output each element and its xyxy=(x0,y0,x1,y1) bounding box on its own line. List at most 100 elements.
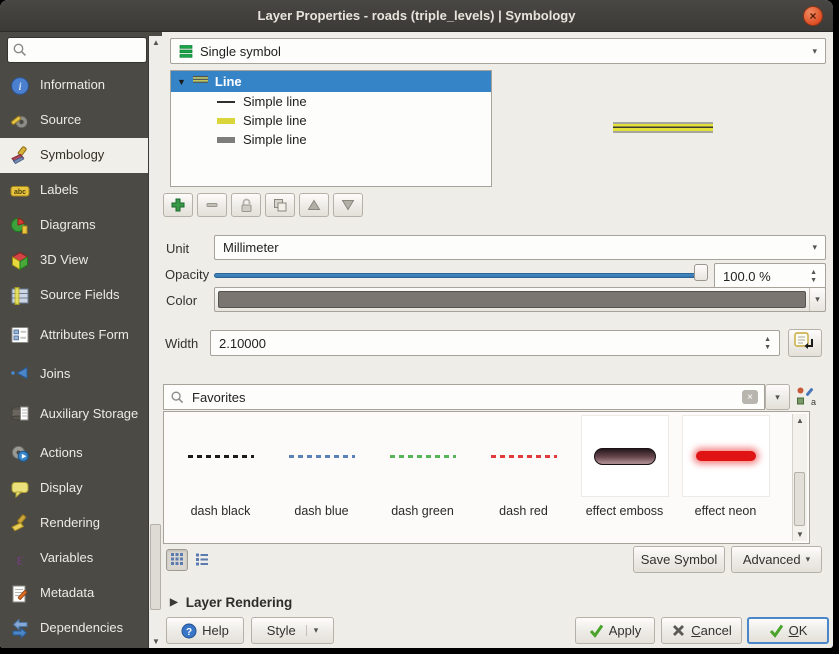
titlebar[interactable]: Layer Properties - roads (triple_levels)… xyxy=(0,0,833,32)
spin-down-icon[interactable]: ▼ xyxy=(810,277,817,284)
grid-view-icon xyxy=(170,552,184,569)
symbol-tile-label: dash green xyxy=(391,504,454,518)
symbol-filter-box[interactable]: Favorites × xyxy=(163,384,765,410)
close-button[interactable]: × xyxy=(803,6,823,26)
duplicate-layer-button[interactable] xyxy=(265,193,295,217)
opacity-value: 100.0 % xyxy=(723,269,771,284)
sidebar-item-diagrams[interactable]: Diagrams xyxy=(0,208,148,243)
width-spinbox[interactable]: 2.10000 ▲ ▼ xyxy=(210,330,780,356)
cancel-button[interactable]: Cancel xyxy=(661,617,742,644)
sidebar-item-joins[interactable]: Joins xyxy=(0,357,148,392)
sidebar-scrollbar[interactable]: ▲ ▼ xyxy=(148,36,162,648)
symbol-tile-dash-green[interactable]: dash green xyxy=(372,416,473,528)
sidebar-item-source-fields[interactable]: Source Fields xyxy=(0,278,148,313)
sidebar-item-rendering[interactable]: Rendering xyxy=(0,506,148,541)
auxiliary-storage-icon xyxy=(9,404,31,424)
sidebar-item-auxiliary-storage[interactable]: Auxiliary Storage xyxy=(0,392,148,436)
opacity-slider[interactable] xyxy=(214,273,706,278)
remove-layer-button[interactable] xyxy=(197,193,227,217)
spin-up-icon[interactable]: ▲ xyxy=(764,336,771,343)
sidebar-item-source[interactable]: Source xyxy=(0,103,148,138)
symbol-tile-effect-emboss[interactable]: effect emboss xyxy=(574,416,675,528)
tree-item-simple-line-1[interactable]: Simple line xyxy=(171,92,491,111)
move-up-button[interactable] xyxy=(299,193,329,217)
clear-filter-icon[interactable]: × xyxy=(742,390,758,404)
spinner-arrows[interactable]: ▲ ▼ xyxy=(810,269,817,284)
svg-text:i: i xyxy=(18,79,21,93)
single-symbol-icon xyxy=(179,44,194,59)
layer-rendering-section[interactable]: ▶ Layer Rendering xyxy=(170,595,292,610)
spinner-arrows[interactable]: ▲ ▼ xyxy=(764,336,771,351)
spin-up-icon[interactable]: ▲ xyxy=(810,269,817,276)
color-button[interactable]: ▾ xyxy=(214,287,826,312)
chevron-down-icon: ▾ xyxy=(812,242,817,253)
plus-icon xyxy=(170,197,186,213)
sidebar-item-actions[interactable]: Actions xyxy=(0,436,148,471)
arrow-up-icon xyxy=(306,197,322,213)
sidebar-item-3d-view[interactable]: 3D View xyxy=(0,243,148,278)
line-symbol-icon xyxy=(193,74,208,89)
sidebar-item-label: 3D View xyxy=(40,253,88,268)
symbol-tile-dash-red[interactable]: dash red xyxy=(473,416,574,528)
list-view-button[interactable] xyxy=(191,549,213,571)
symbol-tile-dash-black[interactable]: dash black xyxy=(170,416,271,528)
icon-view-button[interactable] xyxy=(166,549,188,571)
symbol-tile-label: effect emboss xyxy=(586,504,664,518)
simple-line-icon xyxy=(217,118,235,124)
gallery-scrollbar-thumb[interactable] xyxy=(794,472,805,526)
scroll-up-icon[interactable]: ▲ xyxy=(149,36,163,49)
sidebar-item-variables[interactable]: ε Variables xyxy=(0,541,148,576)
sidebar-item-display[interactable]: Display xyxy=(0,471,148,506)
symbol-filter-dropdown-button[interactable]: ▾ xyxy=(765,384,790,410)
search-icon xyxy=(12,42,28,58)
gallery-scrollbar[interactable]: ▲ ▼ xyxy=(792,414,807,541)
scroll-down-icon[interactable]: ▼ xyxy=(793,528,807,541)
spin-down-icon[interactable]: ▼ xyxy=(764,344,771,351)
lock-layer-button[interactable] xyxy=(231,193,261,217)
sidebar-item-label: Information xyxy=(40,78,105,93)
width-label: Width xyxy=(165,336,198,351)
help-icon: ? xyxy=(181,623,197,639)
sidebar-item-labels[interactable]: abc Labels xyxy=(0,173,148,208)
help-button[interactable]: ? Help xyxy=(166,617,244,644)
ok-button[interactable]: OK xyxy=(747,617,829,644)
tree-item-line[interactable]: ▼ Line xyxy=(171,71,491,92)
opacity-spinbox[interactable]: 100.0 % ▲ ▼ xyxy=(714,263,826,289)
renderer-combobox[interactable]: Single symbol ▾ xyxy=(170,38,826,64)
sidebar-item-information[interactable]: i Information xyxy=(0,68,148,103)
scroll-up-icon[interactable]: ▲ xyxy=(793,414,807,427)
opacity-slider-handle[interactable] xyxy=(694,264,708,281)
advanced-button[interactable]: Advanced ▾ xyxy=(731,546,822,573)
sidebar-search-input[interactable] xyxy=(7,37,147,63)
source-fields-icon xyxy=(9,286,31,306)
dash-symbol-preview xyxy=(491,455,557,458)
symbol-tile-dash-blue[interactable]: dash blue xyxy=(271,416,372,528)
save-symbol-label: Save Symbol xyxy=(641,552,718,567)
chevron-down-icon[interactable]: ▾ xyxy=(809,288,825,311)
style-manager-button[interactable]: a xyxy=(795,386,817,408)
symbol-tile-effect-neon[interactable]: effect neon xyxy=(675,416,776,528)
emboss-symbol-preview xyxy=(594,448,656,465)
sidebar-item-metadata[interactable]: Metadata xyxy=(0,576,148,611)
tree-expand-icon[interactable]: ▼ xyxy=(177,77,186,87)
unit-combobox[interactable]: Millimeter ▾ xyxy=(214,235,826,260)
move-down-button[interactable] xyxy=(333,193,363,217)
scroll-down-icon[interactable]: ▼ xyxy=(149,635,163,648)
tree-item-simple-line-3[interactable]: Simple line xyxy=(171,130,491,149)
symbol-tile-label: dash black xyxy=(191,504,251,518)
data-defined-override-button[interactable] xyxy=(788,329,822,357)
tree-item-label: Simple line xyxy=(243,132,307,147)
tree-item-simple-line-2[interactable]: Simple line xyxy=(171,111,491,130)
dash-symbol-preview xyxy=(289,455,355,458)
apply-button[interactable]: Apply xyxy=(575,617,655,644)
sidebar-item-symbology[interactable]: Symbology xyxy=(0,138,148,173)
symbology-icon xyxy=(9,146,31,166)
tree-item-label: Simple line xyxy=(243,94,307,109)
sidebar-item-attributes-form[interactable]: Attributes Form xyxy=(0,313,148,357)
collapsed-arrow-icon[interactable]: ▶ xyxy=(170,597,178,608)
sidebar-scrollbar-thumb[interactable] xyxy=(150,524,161,610)
style-button[interactable]: Style ▾ xyxy=(251,617,334,644)
sidebar-item-dependencies[interactable]: Dependencies xyxy=(0,611,148,646)
save-symbol-button[interactable]: Save Symbol xyxy=(633,546,725,573)
add-layer-button[interactable] xyxy=(163,193,193,217)
